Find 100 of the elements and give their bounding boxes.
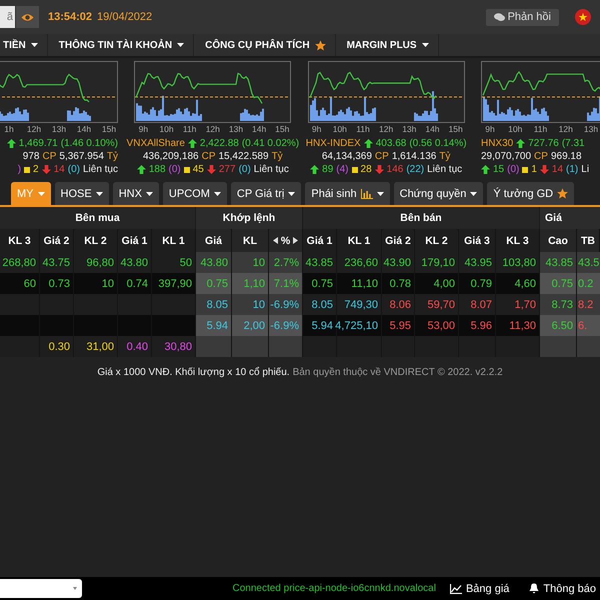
status-link[interactable]: Bảng giá <box>450 582 510 594</box>
table-cell: 8.73 <box>540 294 577 315</box>
axis-label: 10h <box>332 124 348 134</box>
market-tab[interactable]: UPCOM <box>162 182 227 205</box>
floor-count: (22) <box>406 164 424 175</box>
arrow-up-icon <box>310 165 320 174</box>
market-tab[interactable]: HNX <box>112 182 159 205</box>
ceiling-count: (0) <box>168 164 181 175</box>
declines-count: 277 <box>218 164 236 175</box>
market-tab[interactable]: CP Giá trị <box>230 182 302 205</box>
group-header: Giá <box>540 207 600 229</box>
index-name: HNX30 <box>480 138 514 149</box>
floor-count: (0) <box>238 164 251 175</box>
star-icon <box>557 188 568 199</box>
index-change: (7.31 <box>562 138 585 149</box>
declines-count: 14 <box>552 164 564 175</box>
advances-count: 15 <box>492 164 504 175</box>
group-header: Bên mua <box>0 207 196 229</box>
trade-value: 5,367.954 <box>59 151 104 162</box>
axis-label: 1h <box>3 124 15 134</box>
volume-value: 978 <box>22 151 40 162</box>
status-link[interactable]: Thông báo <box>529 582 596 594</box>
table-cell: 1,10 <box>232 273 269 294</box>
menu-item[interactable]: MARGIN PLUS <box>344 34 439 56</box>
table-cell: -6.9% <box>269 315 303 336</box>
table-cell: 0.2 <box>577 273 600 294</box>
session-status: Liên tục <box>82 164 118 175</box>
floor-count: (0) <box>68 164 80 175</box>
table-cell: 43.85 <box>540 252 577 273</box>
table-cell <box>577 336 600 357</box>
menu-item[interactable]: THÔNG TIN TÀI KHOẢN <box>56 34 194 56</box>
caret-icon <box>177 43 184 47</box>
search-field[interactable]: ã <box>0 6 15 28</box>
session-status: Liên tục <box>254 164 289 175</box>
star-icon <box>314 40 326 50</box>
ceiling-count: (4) <box>336 164 349 175</box>
square-icon <box>184 166 190 172</box>
axis-label: 14h <box>424 124 441 134</box>
arrow-up-icon <box>136 165 146 174</box>
unchanged-count: 45 <box>192 164 204 175</box>
volume-unit: CP <box>202 151 216 162</box>
table-cell: 5.94 <box>196 315 232 336</box>
column-header: TB <box>577 229 600 252</box>
caret-icon <box>73 587 77 590</box>
table-cell: 0.30 <box>40 336 74 357</box>
square-icon <box>352 166 358 172</box>
square-icon <box>24 166 30 172</box>
column-header: KL 2 <box>74 229 118 252</box>
table-cell: -6.9% <box>269 294 303 315</box>
axis-label: 13h <box>50 124 68 134</box>
advances-count: 188 <box>148 164 166 175</box>
axis-label: 9h <box>484 124 496 134</box>
feedback-button[interactable]: Phản hồi <box>486 8 559 26</box>
arrow-up-icon <box>6 139 16 148</box>
column-header[interactable]: % <box>269 229 303 252</box>
table-cell: 8.05 <box>196 294 232 315</box>
arrow-up-icon <box>516 139 526 148</box>
dropdown-field[interactable] <box>0 579 82 598</box>
axis-label: 12h <box>558 124 574 134</box>
market-tab[interactable]: Chứng quyền <box>394 182 484 205</box>
menu-item[interactable]: CÔNG CỤ PHÂN TÍCH <box>202 34 336 56</box>
caret-icon <box>146 192 153 196</box>
volume-unit: CP <box>374 151 389 162</box>
session-status: Li <box>581 164 590 175</box>
floor-count: (1) <box>566 164 578 175</box>
eye-icon <box>21 12 34 22</box>
declines-count: 146 <box>386 164 404 175</box>
watch-button[interactable] <box>16 6 39 28</box>
market-tab[interactable]: Ý tưởng GD <box>487 182 574 205</box>
axis-label: 10h <box>507 124 524 134</box>
bell-icon <box>529 583 540 594</box>
axis-label: 15h <box>448 124 464 134</box>
table-cell: 7.1% <box>269 273 303 294</box>
group-header: Bên bán <box>303 207 540 229</box>
flag-icon[interactable] <box>575 9 591 25</box>
index-change: (0.41 0.02%) <box>242 138 300 149</box>
table-cell: 0.75 <box>540 273 577 294</box>
arrow-down-icon <box>374 165 384 174</box>
axis-label: 11h <box>532 124 548 134</box>
column-header: KL 1 <box>152 229 196 252</box>
clock-time: 13:54:02 <box>48 11 92 23</box>
column-header: KL 2 <box>415 229 459 252</box>
index-value: 2,422.88 <box>200 138 239 149</box>
column-header: Giá 2 <box>382 229 415 252</box>
column-header: KL 3 <box>496 229 540 252</box>
market-tab[interactable]: Phái sinh <box>305 182 390 205</box>
unit-note: Giá x 1000 VNĐ. Khối lượng x 10 cổ phiếu. <box>97 367 290 378</box>
column-header: Giá 1 <box>118 229 152 252</box>
market-tab[interactable]: HOSE <box>54 182 109 205</box>
arrow-down-icon <box>42 165 51 174</box>
axis-label: 11h <box>355 124 371 134</box>
unchanged-count: 28 <box>360 164 372 175</box>
caret-icon <box>214 192 221 196</box>
line-chart-icon <box>450 584 462 594</box>
caret-icon <box>30 43 38 47</box>
caret-icon <box>96 192 103 196</box>
axis-label: 12h <box>378 124 394 134</box>
arrow-up-icon <box>364 139 373 148</box>
caret-icon <box>470 192 478 196</box>
menu-item[interactable]: TIỀN <box>0 34 48 56</box>
